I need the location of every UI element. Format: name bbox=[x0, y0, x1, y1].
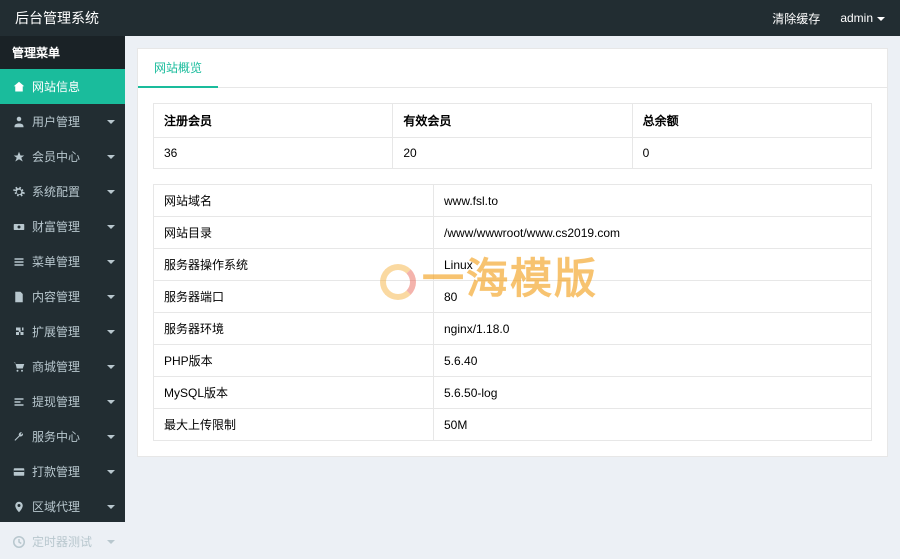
sidebar-item-11[interactable]: 打款管理 bbox=[0, 454, 125, 489]
caret-down-icon bbox=[107, 365, 115, 369]
overview-panel: 网站概览 注册会员有效会员总余额 36200 网站域名www.fsl.to网站目… bbox=[137, 48, 888, 457]
stats-header: 有效会员 bbox=[393, 104, 632, 138]
stats-value: 20 bbox=[393, 138, 632, 169]
stats-table: 注册会员有效会员总余额 36200 bbox=[153, 103, 872, 169]
info-row: 服务器操作系统Linux bbox=[154, 249, 872, 281]
info-label: 服务器端口 bbox=[154, 281, 434, 313]
info-label: 网站目录 bbox=[154, 217, 434, 249]
brand-title: 后台管理系统 bbox=[15, 8, 99, 28]
caret-down-icon bbox=[107, 225, 115, 229]
info-row: 服务器环境nginx/1.18.0 bbox=[154, 313, 872, 345]
cogs-icon bbox=[12, 186, 26, 198]
wrench-icon bbox=[12, 431, 26, 443]
stats-header: 注册会员 bbox=[154, 104, 393, 138]
sidebar-item-label: 打款管理 bbox=[32, 463, 80, 480]
file-icon bbox=[12, 291, 26, 303]
money-icon bbox=[12, 221, 26, 233]
sidebar-item-label: 菜单管理 bbox=[32, 253, 80, 270]
sidebar-item-label: 会员中心 bbox=[32, 148, 80, 165]
caret-down-icon bbox=[107, 295, 115, 299]
sidebar-item-label: 网站信息 bbox=[32, 78, 80, 95]
sidebar-item-10[interactable]: 服务中心 bbox=[0, 419, 125, 454]
sidebar-item-13[interactable]: 定时器测试 bbox=[0, 524, 125, 559]
info-value: 5.6.50-log bbox=[434, 377, 872, 409]
map-icon bbox=[12, 501, 26, 513]
stats-header: 总余额 bbox=[632, 104, 871, 138]
sidebar-item-9[interactable]: 提现管理 bbox=[0, 384, 125, 419]
caret-down-icon bbox=[107, 540, 115, 544]
info-value: nginx/1.18.0 bbox=[434, 313, 872, 345]
cart-icon bbox=[12, 361, 26, 373]
info-value: 80 bbox=[434, 281, 872, 313]
info-table: 网站域名www.fsl.to网站目录/www/wwwroot/www.cs201… bbox=[153, 184, 872, 441]
caret-down-icon bbox=[107, 435, 115, 439]
caret-down-icon bbox=[107, 505, 115, 509]
sidebar-item-label: 内容管理 bbox=[32, 288, 80, 305]
sidebar-item-label: 财富管理 bbox=[32, 218, 80, 235]
info-value: 5.6.40 bbox=[434, 345, 872, 377]
top-nav: 后台管理系统 清除缓存 admin bbox=[0, 0, 900, 36]
info-row: MySQL版本5.6.50-log bbox=[154, 377, 872, 409]
stats-value: 0 bbox=[632, 138, 871, 169]
clear-cache-link[interactable]: 清除缓存 bbox=[772, 10, 820, 27]
panel-tabs: 网站概览 bbox=[138, 49, 887, 88]
info-label: 最大上传限制 bbox=[154, 409, 434, 441]
sidebar-item-2[interactable]: 会员中心 bbox=[0, 139, 125, 174]
sidebar-item-6[interactable]: 内容管理 bbox=[0, 279, 125, 314]
info-label: 服务器操作系统 bbox=[154, 249, 434, 281]
stats-value: 36 bbox=[154, 138, 393, 169]
info-value: Linux bbox=[434, 249, 872, 281]
sidebar-item-12[interactable]: 区域代理 bbox=[0, 489, 125, 524]
sidebar-item-label: 扩展管理 bbox=[32, 323, 80, 340]
caret-down-icon bbox=[107, 190, 115, 194]
user-dropdown[interactable]: admin bbox=[840, 11, 885, 25]
info-label: 服务器环境 bbox=[154, 313, 434, 345]
clock-icon bbox=[12, 536, 26, 548]
sidebar-item-7[interactable]: 扩展管理 bbox=[0, 314, 125, 349]
info-row: 网站域名www.fsl.to bbox=[154, 185, 872, 217]
sidebar-item-0[interactable]: 网站信息 bbox=[0, 69, 125, 104]
caret-down-icon bbox=[107, 155, 115, 159]
caret-down-icon bbox=[107, 400, 115, 404]
sidebar-item-3[interactable]: 系统配置 bbox=[0, 174, 125, 209]
credit-icon bbox=[12, 466, 26, 478]
home-icon bbox=[12, 81, 26, 93]
list-icon bbox=[12, 256, 26, 268]
info-label: MySQL版本 bbox=[154, 377, 434, 409]
info-row: 服务器端口80 bbox=[154, 281, 872, 313]
sidebar-item-label: 系统配置 bbox=[32, 183, 80, 200]
main-content: 网站概览 注册会员有效会员总余额 36200 网站域名www.fsl.to网站目… bbox=[125, 36, 900, 522]
sidebar-item-label: 区域代理 bbox=[32, 498, 80, 515]
sidebar-item-label: 服务中心 bbox=[32, 428, 80, 445]
sidebar-item-label: 用户管理 bbox=[32, 113, 80, 130]
users-icon bbox=[12, 116, 26, 128]
info-row: 网站目录/www/wwwroot/www.cs2019.com bbox=[154, 217, 872, 249]
caret-down-icon bbox=[107, 330, 115, 334]
info-row: 最大上传限制50M bbox=[154, 409, 872, 441]
star-icon bbox=[12, 151, 26, 163]
sidebar-item-label: 商城管理 bbox=[32, 358, 80, 375]
caret-down-icon bbox=[107, 120, 115, 124]
info-row: PHP版本5.6.40 bbox=[154, 345, 872, 377]
puzzle-icon bbox=[12, 326, 26, 338]
sidebar-item-4[interactable]: 财富管理 bbox=[0, 209, 125, 244]
caret-down-icon bbox=[107, 260, 115, 264]
info-label: 网站域名 bbox=[154, 185, 434, 217]
sidebar: 管理菜单 网站信息用户管理会员中心系统配置财富管理菜单管理内容管理扩展管理商城管… bbox=[0, 36, 125, 522]
caret-down-icon bbox=[107, 470, 115, 474]
sidebar-item-label: 定时器测试 bbox=[32, 533, 92, 550]
tab-overview[interactable]: 网站概览 bbox=[138, 49, 218, 88]
sidebar-item-8[interactable]: 商城管理 bbox=[0, 349, 125, 384]
sidebar-header: 管理菜单 bbox=[0, 36, 125, 69]
sidebar-item-label: 提现管理 bbox=[32, 393, 80, 410]
info-value: /www/wwwroot/www.cs2019.com bbox=[434, 217, 872, 249]
withdraw-icon bbox=[12, 396, 26, 408]
info-value: www.fsl.to bbox=[434, 185, 872, 217]
info-value: 50M bbox=[434, 409, 872, 441]
sidebar-item-5[interactable]: 菜单管理 bbox=[0, 244, 125, 279]
info-label: PHP版本 bbox=[154, 345, 434, 377]
sidebar-item-1[interactable]: 用户管理 bbox=[0, 104, 125, 139]
